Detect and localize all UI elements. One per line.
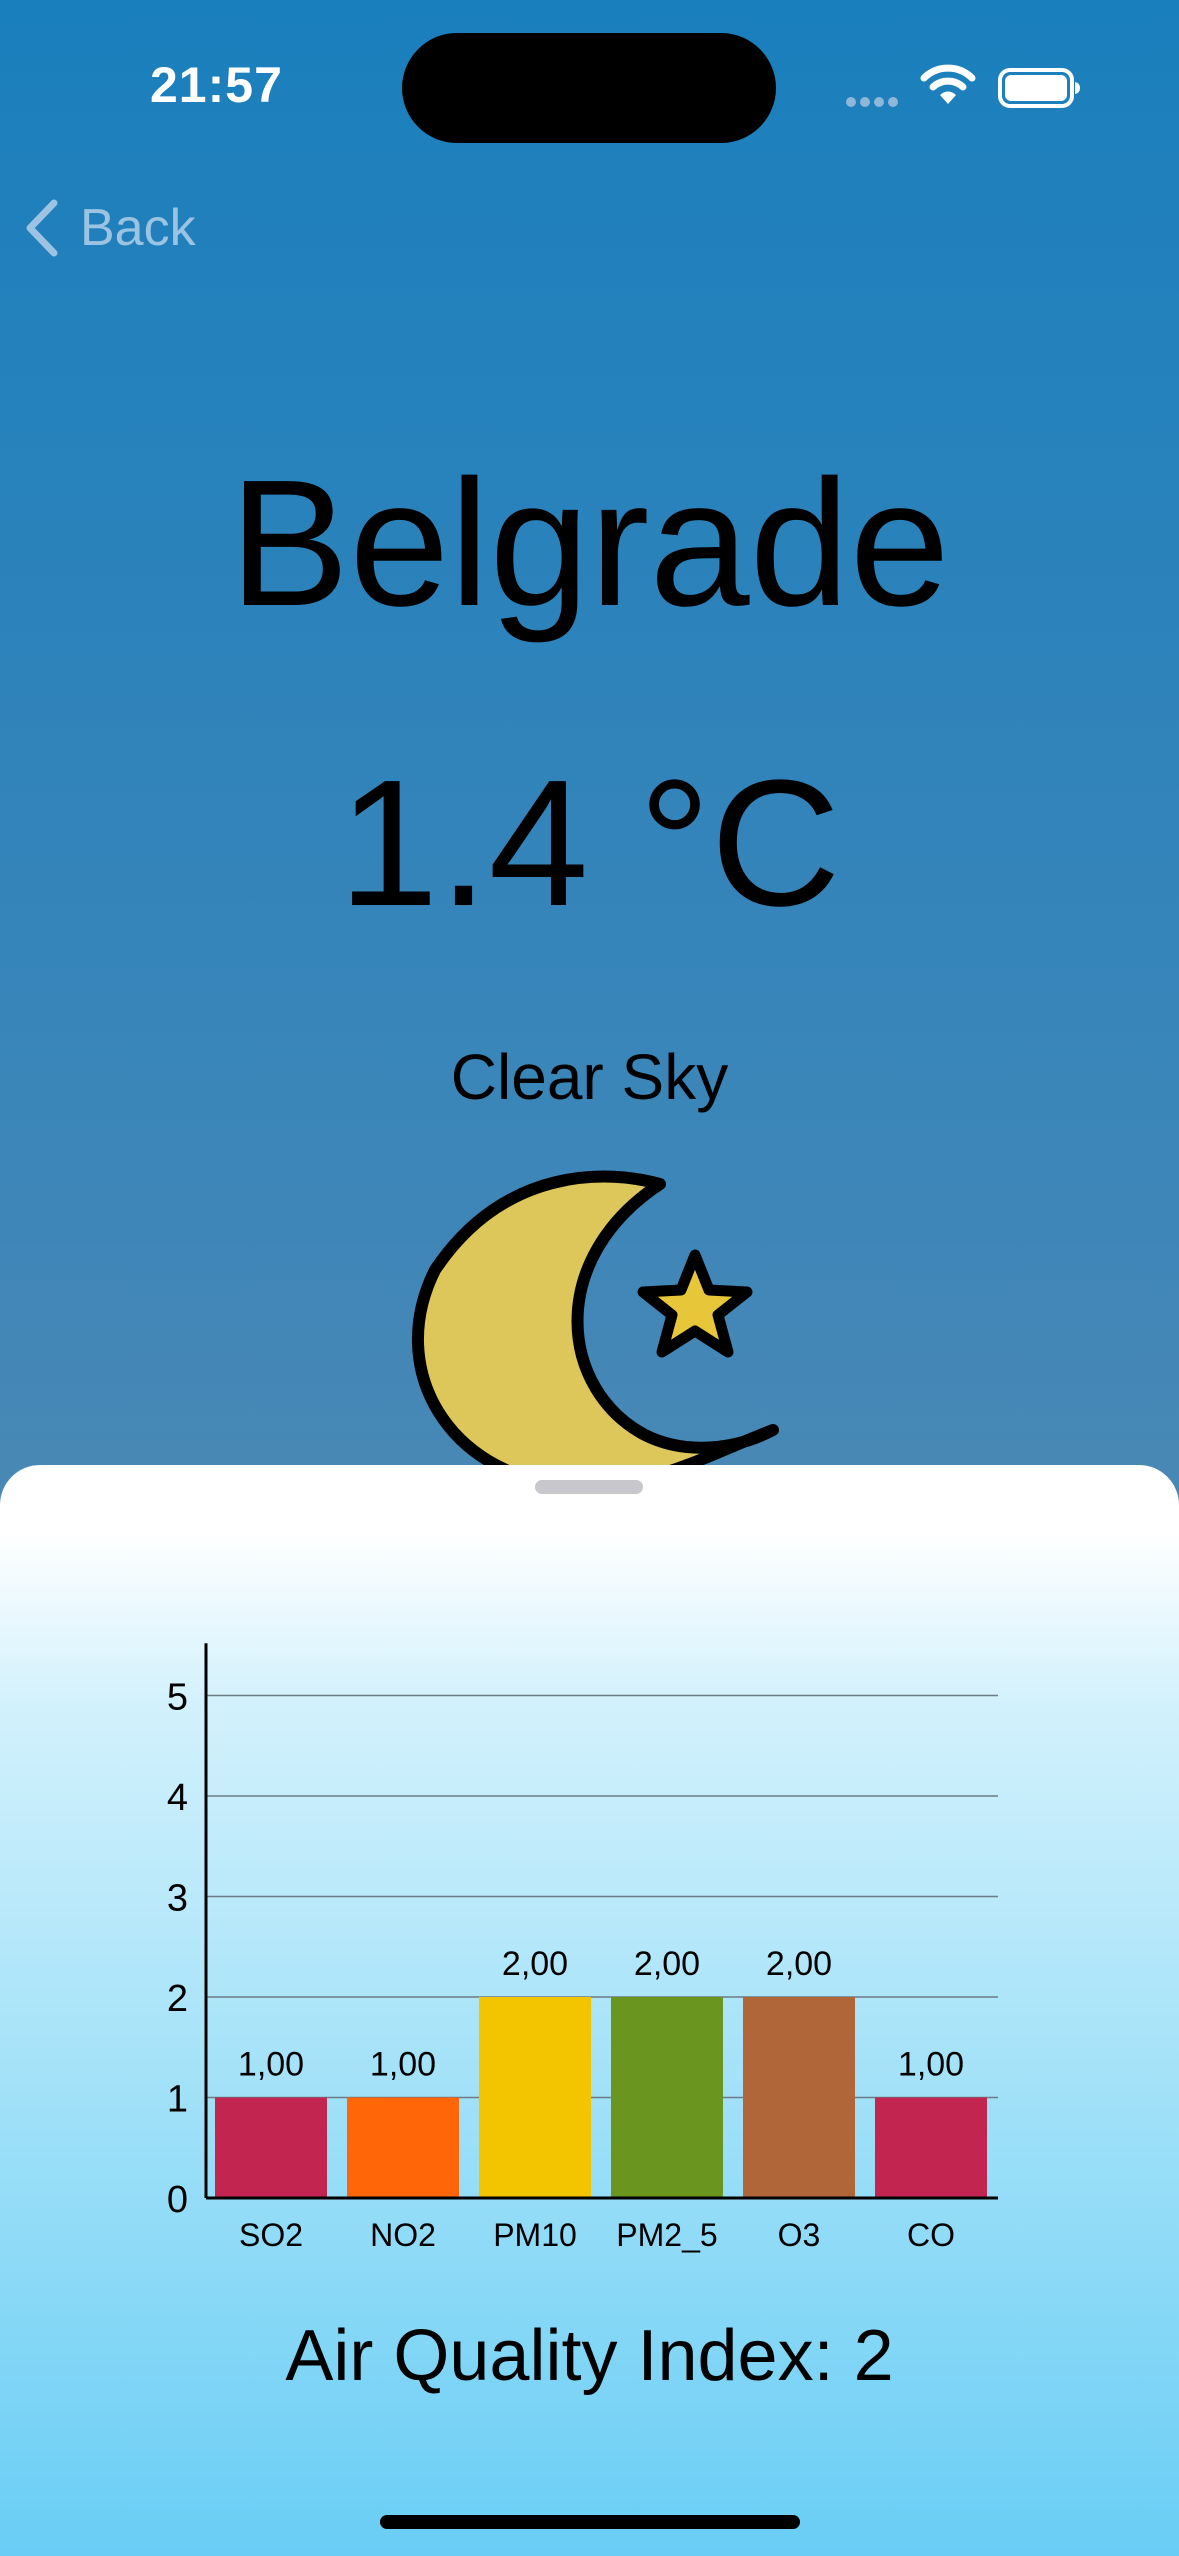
chevron-left-icon — [26, 199, 58, 257]
home-indicator[interactable] — [380, 2515, 800, 2529]
weather-condition: Clear Sky — [450, 1041, 729, 1113]
temperature: 1.4 °C — [338, 743, 841, 944]
x-tick-label: PM10 — [493, 2217, 577, 2253]
y-tick-label: 1 — [167, 2079, 188, 2121]
bar-value-label: 2,00 — [634, 1945, 700, 1983]
status-bar: 21:57 — [0, 0, 1179, 170]
dynamic-island — [402, 33, 776, 143]
bar-pm10 — [479, 1997, 591, 2198]
bar-value-label: 1,00 — [238, 2046, 304, 2084]
bar-o3 — [743, 1997, 855, 2198]
bar-pm2_5 — [611, 1997, 723, 2198]
bar-no2 — [347, 2097, 459, 2198]
y-tick-label: 4 — [167, 1777, 188, 1819]
back-button[interactable]: Back — [24, 196, 196, 260]
bar-co — [875, 2097, 987, 2198]
bar-value-label: 2,00 — [766, 1945, 832, 1983]
air-quality-chart: 0 1 2 3 4 5 1,00 SO2 1,00 NO2 2,00 PM10 2,00 PM2_5 2,0… — [167, 1643, 998, 2253]
x-tick-label: O3 — [778, 2217, 821, 2253]
bar-so2 — [215, 2097, 327, 2198]
y-tick-label: 3 — [167, 1878, 188, 1920]
x-tick-label: SO2 — [239, 2217, 303, 2253]
x-tick-label: CO — [907, 2217, 955, 2253]
air-quality-index-label: Air Quality Index: 2 — [285, 2316, 894, 2396]
y-tick-label: 2 — [167, 1978, 188, 2020]
x-tick-label: NO2 — [370, 2217, 436, 2253]
x-tick-label: PM2_5 — [616, 2217, 717, 2253]
city-name: Belgrade — [229, 443, 950, 644]
y-tick-label: 0 — [167, 2179, 188, 2221]
air-quality-sheet[interactable]: 0 1 2 3 4 5 1,00 SO2 1,00 NO2 2,00 PM10 2,00 PM2_5 2,0… — [0, 1465, 1179, 2556]
wifi-icon — [920, 64, 976, 104]
cellular-signal-icon — [846, 94, 902, 112]
bar-value-label: 2,00 — [502, 1945, 568, 1983]
back-label: Back — [80, 199, 196, 257]
battery-icon — [998, 68, 1080, 108]
y-tick-label: 5 — [167, 1677, 188, 1719]
bar-value-label: 1,00 — [898, 2046, 964, 2084]
moon-star-icon — [412, 1170, 779, 1480]
status-time: 21:57 — [150, 57, 283, 113]
bar-value-label: 1,00 — [370, 2046, 436, 2084]
